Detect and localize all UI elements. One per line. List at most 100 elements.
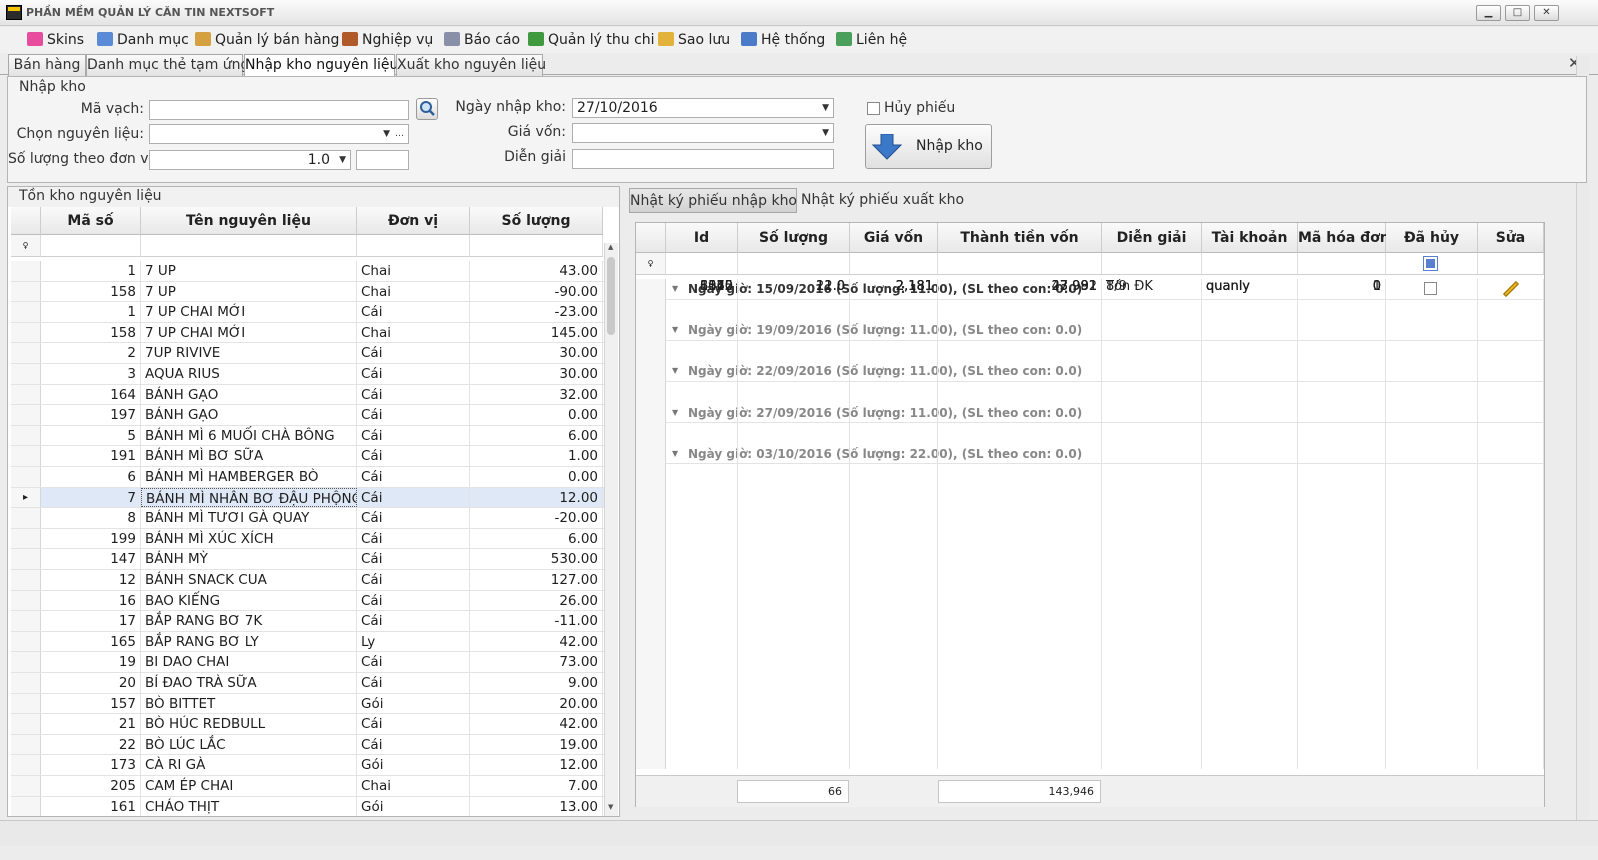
filter-cell[interactable] — [1102, 253, 1202, 275]
column-header[interactable]: Thành tiền vốn — [938, 223, 1102, 253]
menu-money[interactable]: Quản lý thu chi — [528, 30, 655, 50]
table-row[interactable]: 157 BÒ BITTET Gói 20.00 — [11, 693, 604, 715]
column-header[interactable]: Tài khoản — [1202, 223, 1298, 253]
barcode-input[interactable] — [149, 100, 409, 120]
tab-1[interactable]: Danh mục thẻ tạm ứng — [86, 54, 249, 76]
table-row[interactable]: 165 BẮP RANG BƠ LY Ly 42.00 — [11, 631, 604, 653]
description-input[interactable] — [572, 149, 834, 169]
filter-cell[interactable] — [141, 235, 357, 257]
table-row[interactable]: 20 BÍ ĐAO TRÀ SỮA Cái 9.00 — [11, 673, 604, 694]
column-header[interactable]: Giá vốn — [850, 223, 938, 253]
column-header[interactable]: Số lượng — [470, 207, 603, 235]
filter-cell[interactable] — [470, 235, 603, 257]
table-row[interactable]: 17 UP CHAI MỚI Cái -23.00 — [11, 302, 604, 323]
cell: 191 — [41, 446, 141, 466]
column-header[interactable]: Đơn vị — [357, 207, 470, 235]
table-row[interactable]: 17 UP Chai 43.00 — [11, 261, 604, 282]
nhap-kho-button[interactable]: Nhập kho — [865, 124, 992, 169]
table-row[interactable]: 3 AQUA RIUS Cái 30.00 — [11, 364, 604, 385]
table-row[interactable]: 161 CHÁO THỊT Gói 13.00 — [11, 796, 604, 816]
column-header[interactable]: Sửa — [1478, 223, 1544, 253]
table-row[interactable]: ▸ 7 BÁNH MÌ NHÂN BƠ ĐẬU PHỘNG Cái 12.00 — [11, 487, 604, 509]
cell: 1 — [41, 261, 141, 281]
filter-cell[interactable] — [850, 253, 938, 275]
column-header[interactable]: Mã hóa đơn — [1298, 223, 1390, 253]
filter-icon[interactable]: ♀ — [11, 235, 41, 257]
cell: BÒ LÚC LẮC — [141, 734, 357, 755]
filter-cell[interactable] — [738, 253, 850, 275]
table-row[interactable]: 158 7 UP Chai -90.00 — [11, 281, 604, 303]
column-header[interactable]: Đã hủy — [1386, 223, 1478, 253]
quantity-spinner[interactable]: 1.0 ▼ — [149, 150, 351, 170]
table-row[interactable]: 22 BÒ LÚC LẮC Cái 19.00 — [11, 734, 604, 756]
close-button[interactable]: ✕ — [1534, 5, 1559, 21]
column-header[interactable]: Diễn giải — [1102, 223, 1202, 253]
table-row[interactable]: 8 BÁNH MÌ TƯƠI GÀ QUAY Cái -20.00 — [11, 508, 604, 529]
row-indicator — [11, 384, 41, 405]
table-row[interactable]: 205 CAM ÉP CHAI Chai 7.00 — [11, 776, 604, 797]
filter-checkbox[interactable] — [1423, 256, 1438, 271]
tab-2[interactable]: Nhập kho nguyên liệu — [244, 54, 398, 77]
cell: 3 — [41, 364, 141, 384]
cancel-voucher-checkbox[interactable] — [867, 102, 880, 115]
menu-briefcase[interactable]: Nghiệp vụ — [342, 30, 433, 50]
filter-cell[interactable] — [1478, 253, 1544, 275]
tab-0[interactable]: Bán hàng — [8, 54, 86, 76]
ingredient-select[interactable]: ▼ … — [149, 124, 409, 144]
more-icon[interactable]: … — [395, 125, 404, 143]
cell: 127.00 — [470, 570, 603, 590]
filter-cell[interactable] — [41, 235, 141, 257]
filter-cell[interactable] — [1202, 253, 1298, 275]
table-row[interactable]: 199 BÁNH MÌ XÚC XÍCH Cái 6.00 — [11, 528, 604, 550]
table-row[interactable]: 173 CÀ RI GÀ Gói 12.00 — [11, 755, 604, 776]
table-row[interactable]: 6 BÁNH MÌ HAMBERGER BÒ Cái 0.00 — [11, 467, 604, 488]
inventory-scrollbar[interactable]: ▲ ▼ — [604, 243, 618, 816]
menu-hand[interactable]: Quản lý bán hàng — [195, 30, 339, 50]
tab-nhap-journal[interactable]: Nhật ký phiếu nhập kho — [629, 188, 797, 213]
scroll-thumb[interactable] — [607, 257, 615, 335]
table-row[interactable]: 2 7UP RIVIVE Cái 30.00 — [11, 343, 604, 364]
pencil-icon[interactable] — [1502, 281, 1519, 297]
menu-clipboard[interactable]: Báo cáo — [444, 30, 520, 50]
table-row[interactable]: 12 BÁNH SNACK CUA Cái 127.00 — [11, 570, 604, 591]
filter-cell[interactable] — [938, 253, 1102, 275]
cost-select[interactable]: ▼ — [572, 123, 834, 143]
column-header[interactable]: Tên nguyên liệu — [141, 207, 357, 235]
minimize-button[interactable]: ▁ — [1476, 5, 1501, 21]
table-row[interactable]: 5 BÁNH MÌ 6 MUỐI CHÀ BÔNG Cái 6.00 — [11, 425, 604, 447]
column-header[interactable]: Mã số — [41, 207, 141, 235]
filter-cell[interactable] — [1386, 253, 1478, 275]
filter-cell[interactable] — [1298, 253, 1386, 275]
date-picker[interactable]: 27/10/2016 ▼ — [572, 98, 834, 118]
menu-palette[interactable]: Skins — [27, 30, 84, 50]
column-header[interactable]: Id — [666, 223, 738, 253]
column-header[interactable]: Số lượng — [738, 223, 850, 253]
scroll-down-icon[interactable]: ▼ — [608, 803, 613, 811]
cell: 13.00 — [470, 796, 603, 816]
table-row[interactable]: 19 BI DAO CHAI Cái 73.00 — [11, 652, 604, 673]
inventory-header: Mã số Tên nguyên liệu Đơn vị Số lượng — [11, 207, 604, 235]
filter-cell[interactable] — [666, 253, 738, 275]
table-row[interactable]: 16 BAO KIẾNG Cái 26.00 — [11, 590, 604, 612]
table-row[interactable]: 191 BÁNH MÌ BƠ SỮA Cái 1.00 — [11, 446, 604, 467]
barcode-search-button[interactable] — [416, 98, 438, 120]
maximize-button[interactable]: □ — [1505, 5, 1530, 21]
quantity-extra-input[interactable] — [356, 150, 409, 170]
table-row[interactable]: 21 BÒ HÚC REDBULL Cái 42.00 — [11, 714, 604, 735]
menu-grid[interactable]: Danh mục — [97, 30, 189, 50]
scroll-up-icon[interactable]: ▲ — [608, 243, 613, 251]
tab-xuat-journal[interactable]: Nhật ký phiếu xuất kho — [801, 188, 964, 213]
cell: 7 UP CHAI MỚI — [141, 322, 357, 343]
menu-person[interactable]: Liên hệ — [836, 30, 907, 50]
filter-icon[interactable]: ♀ — [636, 253, 666, 275]
cancelled-checkbox[interactable] — [1424, 282, 1437, 295]
table-row[interactable]: 158 7 UP CHAI MỚI Chai 145.00 — [11, 322, 604, 344]
table-row[interactable]: 164 BÁNH GẠO Cái 32.00 — [11, 384, 604, 406]
filter-cell[interactable] — [357, 235, 470, 257]
tab-3[interactable]: Xuất kho nguyên liệu — [396, 54, 546, 76]
table-row[interactable]: 197 BÁNH GẠO Cái 0.00 — [11, 405, 604, 426]
menu-database[interactable]: Sao lưu — [658, 30, 730, 50]
table-row[interactable]: 147 BÁNH MỲ Cái 530.00 — [11, 549, 604, 570]
menu-gears[interactable]: Hệ thống — [741, 30, 825, 50]
table-row[interactable]: 17 BẮP RANG BƠ 7K Cái -11.00 — [11, 611, 604, 632]
